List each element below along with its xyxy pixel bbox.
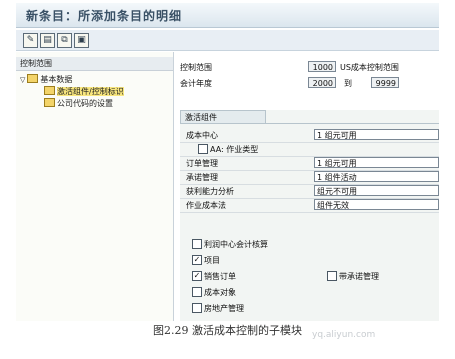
group-title: 激活组件 [180,110,266,124]
profitability-analysis-label: 获利能力分析 [186,187,234,196]
commitment-management-row: 承诺管理 1 组件活动 [180,170,439,185]
folder-icon [27,74,39,83]
profitability-analysis-select[interactable]: 组元不可用 [314,185,439,196]
copy-icon[interactable]: ⧉ [57,33,72,48]
with-commitment-label: 带承诺管理 [339,272,379,281]
cost-objects-checkbox[interactable] [192,287,202,297]
activity-based-costing-label: 作业成本法 [186,201,226,210]
fiscal-year-to-field[interactable]: 9999 [371,77,399,88]
real-estate-label: 房地产管理 [204,304,244,313]
profit-center-checkbox[interactable] [192,239,202,249]
activity-type-label: AA: 作业类型 [210,145,259,154]
projects-label: 项目 [204,256,220,265]
order-management-row: 订单管理 1 组元可用 [180,156,439,171]
navigation-header: 控制范围 [16,57,173,71]
real-estate-checkbox[interactable] [192,303,202,313]
activity-based-costing-select[interactable]: 组件无效 [314,199,439,210]
with-commitment-checkbox[interactable] [327,271,337,281]
toolbar: ✎ ▤ ⧉ ▣ [16,30,439,51]
new-entries-icon[interactable]: ▤ [40,33,55,48]
activity-type-row: AA: 作业类型 [180,142,439,157]
fiscal-year-to-label: 到 [344,79,352,88]
navigation-panel: 控制范围 ▽ 基本数据 激活组件/控制标识 公司代码的设置 [16,52,174,321]
sales-orders-label: 销售订单 [204,272,236,281]
window-title: 新条目：所添加条目的明细 [26,9,183,23]
cost-center-select[interactable]: 1 组元可用 [314,129,439,140]
detail-panel: 控制范围 1000 US成本控制范围 会计年度 2000 到 9999 激活组件… [174,52,439,321]
tree-node-basic-data[interactable]: ▽ 基本数据 [20,74,72,85]
activity-type-checkbox[interactable] [198,144,208,154]
folder-icon [44,98,55,107]
save-icon[interactable]: ▣ [74,33,89,48]
activate-components-group: 激活组件 成本中心 1 组元可用 AA: 作业类型 订单管理 1 组元可用 承诺… [180,110,439,321]
fiscal-year-label: 会计年度 [180,79,212,88]
title-bar: 新条目：所添加条目的明细 [16,3,439,28]
tree-node-activate-components[interactable]: 激活组件/控制标识 [44,86,124,97]
profit-center-label: 利润中心会计核算 [204,240,268,249]
controlling-area-desc: US成本控制范围 [340,63,399,72]
commitment-management-label: 承诺管理 [186,173,218,182]
cost-center-label: 成本中心 [186,131,218,140]
figure-caption: 图2.29 激活成本控制的子模块 [153,324,302,337]
cost-center-row: 成本中心 1 组元可用 [180,128,439,143]
commitment-management-select[interactable]: 1 组件活动 [314,171,439,182]
controlling-area-label: 控制范围 [180,63,212,72]
profitability-analysis-row: 获利能力分析 组元不可用 [180,184,439,199]
order-management-select[interactable]: 1 组元可用 [314,157,439,168]
controlling-area-field[interactable]: 1000 [308,61,336,72]
sap-screen: 新条目：所添加条目的明细 ✎ ▤ ⧉ ▣ 控制范围 ▽ 基本数据 激活组件/控制标… [16,3,439,321]
order-management-label: 订单管理 [186,159,218,168]
tree-node-company-code-settings[interactable]: 公司代码的设置 [44,98,113,109]
cost-objects-label: 成本对象 [204,288,236,297]
fiscal-year-from-field[interactable]: 2000 [308,77,336,88]
collapse-icon[interactable]: ▽ [20,76,25,84]
sales-orders-checkbox[interactable]: ✓ [192,271,202,281]
edit-icon[interactable]: ✎ [23,33,38,48]
folder-icon [44,86,55,95]
projects-checkbox[interactable]: ✓ [192,255,202,265]
activity-based-costing-row: 作业成本法 组件无效 [180,198,439,213]
watermark: yq.aliyun.com [312,330,376,340]
